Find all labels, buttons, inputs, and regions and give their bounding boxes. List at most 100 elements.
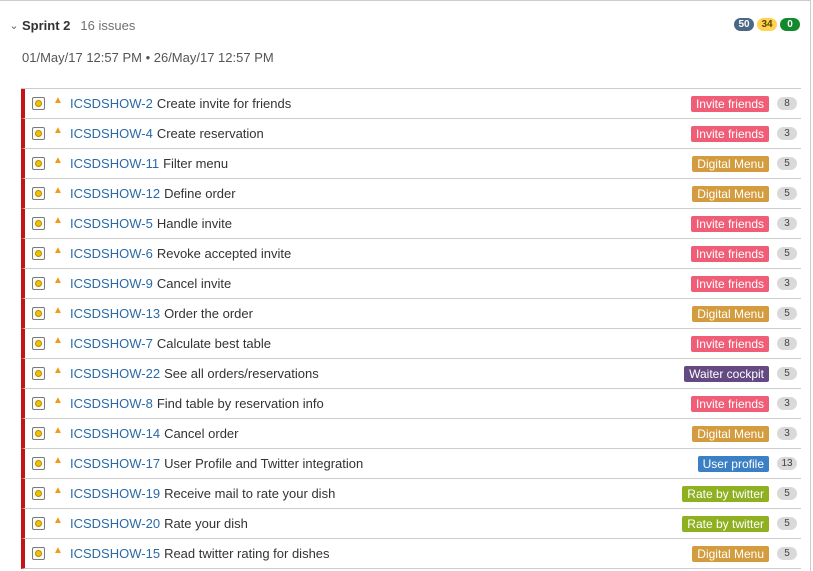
issue-row[interactable]: ▲ ICSDSHOW-12 Define order Digital Menu 5 (21, 179, 801, 209)
story-points-badge: 5 (777, 307, 797, 320)
issue-key-link[interactable]: ICSDSHOW-20 (70, 516, 160, 531)
epic-label[interactable]: Invite friends (690, 95, 769, 112)
improvement-icon (32, 157, 45, 170)
story-points-badge: 5 (777, 187, 797, 200)
issue-row[interactable]: ▲ ICSDSHOW-7 Calculate best table Invite fr… (21, 329, 801, 359)
epic-label[interactable]: Digital Menu (692, 545, 769, 562)
issue-row[interactable]: ▲ ICSDSHOW-9 Cancel invite Invite friends 3 (21, 269, 801, 299)
issue-row[interactable]: ▲ ICSDSHOW-22 See all orders/reservations W… (21, 359, 801, 389)
story-points-badge: 3 (777, 397, 797, 410)
sprint-dates: 01/May/17 12:57 PM • 26/May/17 12:57 PM (22, 50, 274, 65)
story-points-badge: 3 (777, 127, 797, 140)
improvement-icon (32, 187, 45, 200)
issue-summary: Calculate best table (156, 336, 272, 351)
issue-key-link[interactable]: ICSDSHOW-8 (70, 396, 153, 411)
priority-high-icon: ▲ (53, 244, 63, 256)
issue-summary: Handle invite (156, 216, 232, 231)
count-todo-badge: 50 (734, 18, 754, 31)
issue-row[interactable]: ▲ ICSDSHOW-4 Create reservation Invite frie… (21, 119, 801, 149)
story-points-badge: 3 (777, 427, 797, 440)
epic-label[interactable]: Invite friends (690, 125, 769, 142)
issue-key-link[interactable]: ICSDSHOW-19 (70, 486, 160, 501)
issue-key-link[interactable]: ICSDSHOW-11 (70, 156, 159, 171)
issue-summary: Cancel invite (156, 276, 232, 291)
issue-key-link[interactable]: ICSDSHOW-14 (70, 426, 160, 441)
issue-key-link[interactable]: ICSDSHOW-15 (70, 546, 160, 561)
issue-row[interactable]: ▲ ICSDSHOW-19 Receive mail to rate your di… (21, 479, 801, 509)
epic-label[interactable]: Digital Menu (692, 185, 769, 202)
issue-row[interactable]: ▲ ICSDSHOW-15 Read twitter rating for dish… (21, 539, 801, 569)
issue-list: ▲ ICSDSHOW-2 Create invite for friends Invi… (21, 88, 801, 569)
issue-row[interactable]: ▲ ICSDSHOW-6 Revoke accepted invite Invite … (21, 239, 801, 269)
issue-summary: Find table by reservation info (156, 396, 324, 411)
improvement-icon (32, 517, 45, 530)
issue-key-link[interactable]: ICSDSHOW-22 (70, 366, 160, 381)
priority-high-icon: ▲ (53, 514, 63, 526)
sprint-container: ⌄ Sprint 2 16 issues 50 34 0 01/May/17 1… (0, 0, 811, 571)
issue-row[interactable]: ▲ ICSDSHOW-5 Handle invite Invite friends 3 (21, 209, 801, 239)
issue-summary: See all orders/reservations (164, 366, 319, 381)
epic-label[interactable]: Rate by twitter (682, 485, 769, 502)
issue-key-link[interactable]: ICSDSHOW-6 (70, 246, 153, 261)
issue-row[interactable]: ▲ ICSDSHOW-13 Order the order Digital Menu 5 (21, 299, 801, 329)
issue-row[interactable]: ▲ ICSDSHOW-2 Create invite for friends Invi… (21, 89, 801, 119)
issue-key-link[interactable]: ICSDSHOW-5 (70, 216, 153, 231)
sprint-header[interactable]: ⌄ Sprint 2 16 issues (8, 15, 135, 35)
story-points-badge: 5 (777, 247, 797, 260)
improvement-icon (32, 427, 45, 440)
priority-high-icon: ▲ (53, 154, 63, 166)
issue-row[interactable]: ▲ ICSDSHOW-20 Rate your dish Rate by twitte… (21, 509, 801, 539)
issue-row[interactable]: ▲ ICSDSHOW-17 User Profile and Twitter int… (21, 449, 801, 479)
improvement-icon (32, 487, 45, 500)
improvement-icon (32, 457, 45, 470)
epic-label[interactable]: Digital Menu (692, 425, 769, 442)
issue-key-link[interactable]: ICSDSHOW-12 (70, 186, 160, 201)
epic-label[interactable]: Digital Menu (692, 305, 769, 322)
epic-label[interactable]: Rate by twitter (682, 515, 769, 532)
epic-label[interactable]: Digital Menu (692, 155, 769, 172)
priority-high-icon: ▲ (53, 334, 63, 346)
story-points-badge: 8 (777, 337, 797, 350)
improvement-icon (32, 337, 45, 350)
issue-key-link[interactable]: ICSDSHOW-9 (70, 276, 153, 291)
count-done-badge: 0 (780, 18, 800, 31)
issue-key-link[interactable]: ICSDSHOW-13 (70, 306, 160, 321)
issue-summary: Receive mail to rate your dish (164, 486, 336, 501)
issue-row[interactable]: ▲ ICSDSHOW-8 Find table by reservation inf… (21, 389, 801, 419)
issue-row[interactable]: ▲ ICSDSHOW-14 Cancel order Digital Menu 3 (21, 419, 801, 449)
issue-key-link[interactable]: ICSDSHOW-17 (70, 456, 160, 471)
epic-label[interactable]: Invite friends (690, 215, 769, 232)
priority-high-icon: ▲ (53, 184, 63, 196)
epic-label[interactable]: Invite friends (690, 335, 769, 352)
issue-key-link[interactable]: ICSDSHOW-2 (70, 96, 153, 111)
epic-label[interactable]: Waiter cockpit (684, 365, 769, 382)
story-points-badge: 5 (777, 547, 797, 560)
issue-row[interactable]: ▲ ICSDSHOW-11 Filter menu Digital Menu 5 (21, 149, 801, 179)
issue-summary: Define order (164, 186, 236, 201)
story-points-badge: 5 (777, 487, 797, 500)
epic-label[interactable]: Invite friends (690, 395, 769, 412)
improvement-icon (32, 307, 45, 320)
issue-summary: Filter menu (163, 156, 229, 171)
priority-high-icon: ▲ (53, 364, 63, 376)
story-points-badge: 13 (777, 457, 797, 470)
epic-label[interactable]: Invite friends (690, 245, 769, 262)
issue-summary: Create reservation (156, 126, 264, 141)
priority-high-icon: ▲ (53, 124, 63, 136)
epic-label[interactable]: Invite friends (690, 275, 769, 292)
priority-high-icon: ▲ (53, 394, 63, 406)
improvement-icon (32, 247, 45, 260)
issue-key-link[interactable]: ICSDSHOW-4 (70, 126, 153, 141)
issue-summary: Rate your dish (164, 516, 248, 531)
issue-key-link[interactable]: ICSDSHOW-7 (70, 336, 153, 351)
sprint-issue-count: 16 issues (80, 17, 136, 33)
sprint-name: Sprint 2 (22, 17, 71, 33)
chevron-down-icon[interactable]: ⌄ (8, 19, 20, 32)
story-points-badge: 5 (777, 157, 797, 170)
issue-summary: Cancel order (164, 426, 239, 441)
improvement-icon (32, 277, 45, 290)
improvement-icon (32, 217, 45, 230)
issue-summary: Order the order (164, 306, 253, 321)
epic-label[interactable]: User profile (697, 455, 769, 472)
priority-high-icon: ▲ (53, 274, 63, 286)
